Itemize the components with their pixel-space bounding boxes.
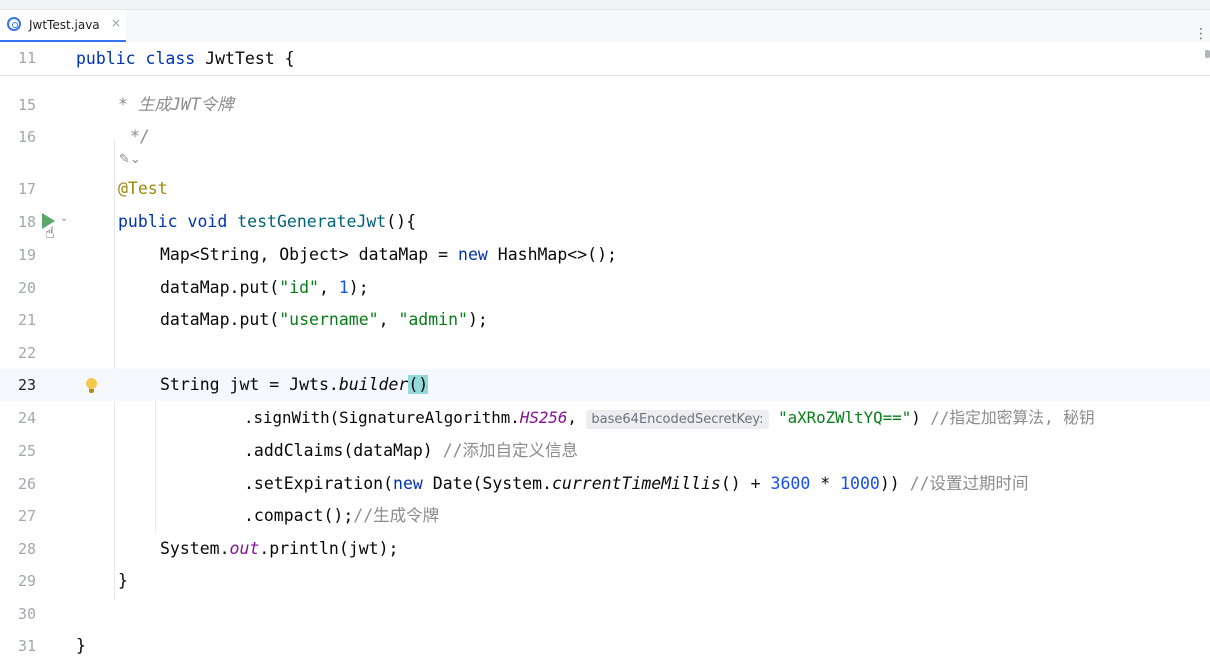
line-number: 25 bbox=[17, 442, 36, 460]
code-text: } bbox=[76, 636, 86, 655]
code-text: .compact();//生成令牌 bbox=[244, 506, 440, 525]
line-number: 19 bbox=[17, 246, 36, 264]
code-text: @Test bbox=[118, 179, 168, 198]
sticky-scroll-header[interactable]: 11 public class JwtTest { bbox=[0, 42, 1210, 76]
tab-label: JwtTest.java bbox=[29, 18, 100, 32]
line-number: 20 bbox=[17, 279, 36, 297]
code-line[interactable]: 31 } bbox=[0, 630, 1210, 662]
more-options-icon[interactable]: ⋮ bbox=[1194, 26, 1208, 42]
code-text: .signWith(SignatureAlgorithm.HS256, base… bbox=[244, 408, 1095, 429]
vcs-annotation-icon[interactable]: ✎⌄ bbox=[119, 152, 141, 167]
line-number: 11 bbox=[17, 49, 36, 67]
line-number: 23 bbox=[17, 376, 36, 394]
code-text: public class JwtTest { bbox=[76, 49, 295, 68]
line-number: 27 bbox=[17, 507, 36, 525]
close-icon[interactable]: × bbox=[111, 16, 121, 30]
editor-tab-bar: JwtTest.java × ⋮ bbox=[0, 10, 1210, 43]
code-line[interactable]: 26 .setExpiration(new Date(System.curren… bbox=[0, 468, 1210, 500]
line-number: 15 bbox=[17, 96, 36, 114]
line-number: 30 bbox=[17, 605, 36, 623]
code-line[interactable]: 27 .compact();//生成令牌 bbox=[0, 500, 1210, 532]
code-line[interactable]: 24 .signWith(SignatureAlgorithm.HS256, b… bbox=[0, 402, 1210, 434]
line-number: 24 bbox=[17, 409, 36, 427]
code-line[interactable]: 20 dataMap.put("id", 1); bbox=[0, 272, 1210, 304]
code-text: .addClaims(dataMap) //添加自定义信息 bbox=[244, 441, 579, 460]
chevron-down-icon[interactable]: ⌄ bbox=[60, 213, 68, 224]
tab-jwttest-java[interactable]: JwtTest.java × bbox=[0, 10, 126, 42]
code-line[interactable]: 15 * 生成JWT令牌 bbox=[0, 89, 1210, 121]
line-number: 18 bbox=[17, 213, 36, 231]
code-line[interactable]: 30 bbox=[0, 598, 1210, 630]
line-number: 21 bbox=[17, 311, 36, 329]
line-number: 29 bbox=[17, 572, 36, 590]
code-line[interactable]: 22 bbox=[0, 337, 1210, 369]
code-text: Map<String, Object> dataMap = new HashMa… bbox=[160, 245, 617, 264]
code-text: */ bbox=[130, 127, 150, 146]
line-number: 31 bbox=[17, 637, 36, 655]
code-text: dataMap.put("id", 1); bbox=[160, 278, 369, 297]
code-line-current[interactable]: 23 String jwt = Jwts.builder() bbox=[0, 369, 1210, 401]
code-line[interactable]: 19 Map<String, Object> dataMap = new Has… bbox=[0, 239, 1210, 271]
java-class-icon bbox=[7, 17, 21, 31]
code-line[interactable]: 17 @Test bbox=[0, 173, 1210, 205]
code-line[interactable]: 21 dataMap.put("username", "admin"); bbox=[0, 304, 1210, 336]
line-number: 16 bbox=[17, 128, 36, 146]
code-line[interactable]: 25 .addClaims(dataMap) //添加自定义信息 bbox=[0, 435, 1210, 467]
code-text: public void testGenerateJwt(){ bbox=[118, 212, 417, 231]
code-line[interactable]: 18 public void testGenerateJwt(){ bbox=[0, 206, 1210, 238]
code-text: dataMap.put("username", "admin"); bbox=[160, 310, 488, 329]
code-text: String jwt = Jwts.builder() bbox=[160, 375, 429, 394]
code-line[interactable]: 29 } bbox=[0, 565, 1210, 597]
matched-paren: () bbox=[408, 375, 429, 394]
line-number: 28 bbox=[17, 540, 36, 558]
scrollbar-marker[interactable] bbox=[1205, 50, 1210, 58]
code-text: } bbox=[118, 571, 128, 590]
line-number: 22 bbox=[17, 344, 36, 362]
parameter-hint: base64EncodedSecretKey: bbox=[586, 410, 769, 429]
code-text: .setExpiration(new Date(System.currentTi… bbox=[244, 474, 1029, 493]
code-line[interactable]: 28 System.out.println(jwt); bbox=[0, 533, 1210, 565]
lightbulb-icon[interactable] bbox=[86, 378, 97, 393]
line-number: 17 bbox=[17, 180, 36, 198]
line-number: 26 bbox=[17, 475, 36, 493]
title-strip bbox=[0, 0, 1210, 10]
code-line[interactable]: 16 */ bbox=[0, 121, 1210, 153]
code-text: System.out.println(jwt); bbox=[160, 539, 399, 558]
code-text: * 生成JWT令牌 bbox=[118, 95, 234, 114]
